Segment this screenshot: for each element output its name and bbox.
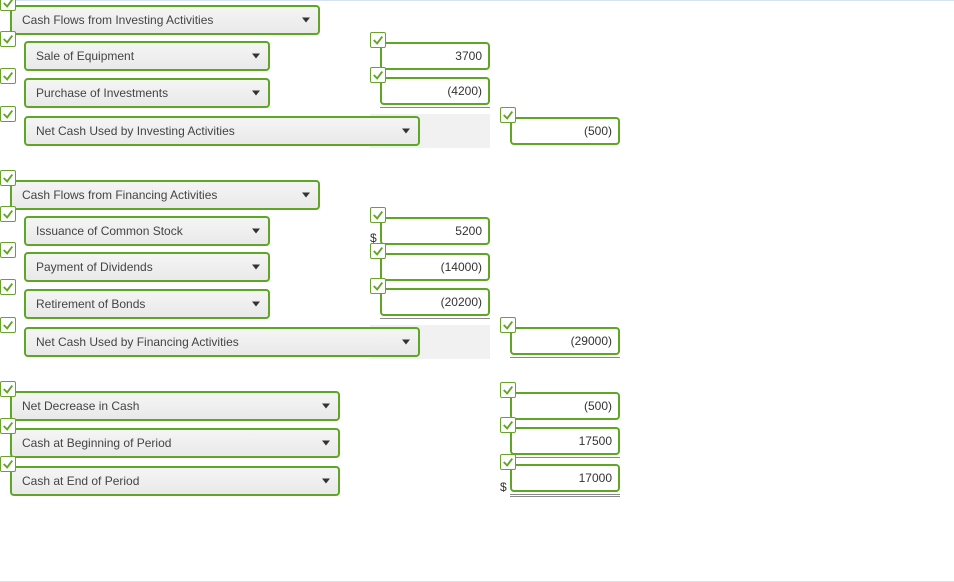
- check-icon: [0, 279, 16, 295]
- chevron-down-icon: [402, 129, 410, 134]
- currency-symbol: $: [500, 480, 507, 494]
- financing-item-select[interactable]: Retirement of Bonds: [24, 289, 270, 319]
- check-icon: [0, 456, 16, 472]
- chevron-down-icon: [302, 193, 310, 198]
- chevron-down-icon: [252, 54, 260, 59]
- amount-value: (500): [584, 124, 612, 138]
- check-icon: [0, 0, 16, 11]
- chevron-down-icon: [302, 18, 310, 23]
- check-icon: [0, 68, 16, 84]
- financing-total-select[interactable]: Net Cash Used by Financing Activities: [24, 327, 420, 357]
- financing-header-label: Cash Flows from Financing Activities: [22, 188, 217, 202]
- investing-total-select[interactable]: Net Cash Used by Investing Activities: [24, 116, 420, 146]
- amount-value: 17500: [579, 434, 612, 448]
- check-icon: [0, 206, 16, 222]
- amount-value: (14000): [441, 260, 482, 274]
- check-icon: [500, 417, 516, 433]
- investing-total-amount[interactable]: (500): [510, 117, 620, 145]
- financing-header-select[interactable]: Cash Flows from Financing Activities: [10, 180, 320, 210]
- chevron-down-icon: [252, 90, 260, 95]
- chevron-down-icon: [252, 229, 260, 234]
- financing-item-amount[interactable]: 5200: [380, 217, 490, 245]
- investing-item-label: Sale of Equipment: [36, 49, 134, 63]
- summary-label: Net Decrease in Cash: [22, 399, 139, 413]
- check-icon: [500, 317, 516, 333]
- financing-item-label: Retirement of Bonds: [36, 297, 145, 311]
- investing-item-label: Purchase of Investments: [36, 86, 168, 100]
- summary-select[interactable]: Net Decrease in Cash: [10, 391, 340, 421]
- financing-total-amount[interactable]: (29000): [510, 327, 620, 355]
- financing-item-amount[interactable]: (20200): [380, 288, 490, 316]
- check-icon: [0, 317, 16, 333]
- check-icon: [500, 454, 516, 470]
- chevron-down-icon: [402, 340, 410, 345]
- chevron-down-icon: [322, 404, 330, 409]
- investing-item-select[interactable]: Purchase of Investments: [24, 78, 270, 108]
- check-icon: [370, 67, 386, 83]
- financing-item-label: Issuance of Common Stock: [36, 224, 183, 238]
- financing-item-label: Payment of Dividends: [36, 260, 153, 274]
- check-icon: [370, 243, 386, 259]
- check-icon: [500, 107, 516, 123]
- check-icon: [0, 106, 16, 122]
- investing-item-select[interactable]: Sale of Equipment: [24, 41, 270, 71]
- amount-value: (20200): [441, 295, 482, 309]
- check-icon: [370, 32, 386, 48]
- summary-amount[interactable]: 17000: [510, 464, 620, 492]
- financing-item-select[interactable]: Payment of Dividends: [24, 252, 270, 282]
- investing-item-amount[interactable]: 3700: [380, 42, 490, 70]
- check-icon: [0, 170, 16, 186]
- summary-select[interactable]: Cash at End of Period: [10, 466, 340, 496]
- amount-value: (29000): [571, 334, 612, 348]
- summary-label: Cash at Beginning of Period: [22, 436, 171, 450]
- summary-amount[interactable]: (500): [510, 392, 620, 420]
- check-icon: [370, 207, 386, 223]
- investing-total-label: Net Cash Used by Investing Activities: [36, 124, 235, 138]
- amount-value: (500): [584, 399, 612, 413]
- check-icon: [370, 278, 386, 294]
- summary-select[interactable]: Cash at Beginning of Period: [10, 428, 340, 458]
- check-icon: [0, 31, 16, 47]
- financing-item-amount[interactable]: (14000): [380, 253, 490, 281]
- chevron-down-icon: [252, 265, 260, 270]
- financing-item-select[interactable]: Issuance of Common Stock: [24, 216, 270, 246]
- check-icon: [500, 382, 516, 398]
- check-icon: [0, 381, 16, 397]
- chevron-down-icon: [322, 440, 330, 445]
- chevron-down-icon: [322, 478, 330, 483]
- chevron-down-icon: [252, 301, 260, 306]
- check-icon: [0, 242, 16, 258]
- summary-label: Cash at End of Period: [22, 474, 139, 488]
- financing-total-label: Net Cash Used by Financing Activities: [36, 335, 239, 349]
- investing-header-label: Cash Flows from Investing Activities: [22, 13, 213, 27]
- amount-value: 17000: [579, 471, 612, 485]
- investing-header-select[interactable]: Cash Flows from Investing Activities: [10, 5, 320, 35]
- summary-amount[interactable]: 17500: [510, 427, 620, 455]
- investing-item-amount[interactable]: (4200): [380, 77, 490, 105]
- amount-value: 3700: [455, 49, 482, 63]
- amount-value: 5200: [455, 224, 482, 238]
- amount-value: (4200): [447, 84, 482, 98]
- check-icon: [0, 418, 16, 434]
